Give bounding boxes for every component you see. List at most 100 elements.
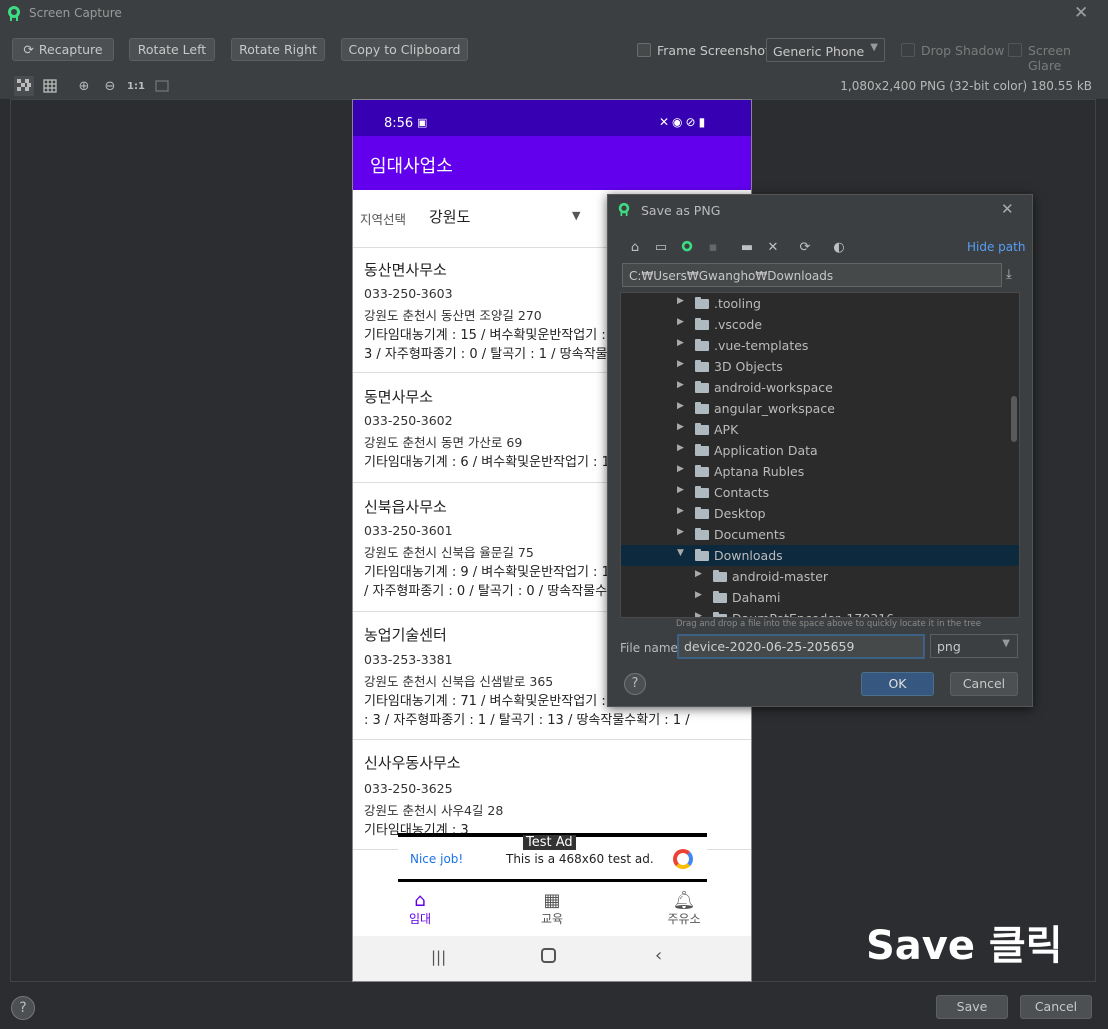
- frame-screenshot-checkbox[interactable]: [637, 43, 651, 57]
- tree-row[interactable]: ▶ .vue-templates: [621, 335, 1019, 356]
- tree-row[interactable]: ▼ Downloads: [621, 545, 1019, 566]
- collapsed-arrow-icon[interactable]: ▶: [677, 380, 684, 390]
- tree-row-label: Application Data: [714, 443, 818, 458]
- office-address: 강원도 춘천시 사우4길 28: [364, 803, 504, 818]
- fit-screen-icon[interactable]: [152, 76, 172, 96]
- tree-row[interactable]: ▶ .tooling: [621, 293, 1019, 314]
- rotate-right-button[interactable]: Rotate Right: [231, 38, 325, 61]
- tree-row-label: Desktop: [714, 506, 766, 521]
- tree-row[interactable]: ▶ Contacts: [621, 482, 1019, 503]
- show-hidden-icon[interactable]: ◐: [829, 237, 849, 257]
- tree-row-label: android-workspace: [714, 380, 833, 395]
- help-icon[interactable]: ?: [11, 996, 35, 1020]
- rotate-left-button[interactable]: Rotate Left: [129, 38, 215, 61]
- tree-row[interactable]: ▶ .vscode: [621, 314, 1019, 335]
- file-name-input[interactable]: device-2020-06-25-205659: [677, 634, 925, 659]
- back-icon[interactable]: ‹: [655, 945, 662, 966]
- hide-path-link[interactable]: Hide path: [967, 240, 1025, 254]
- app-title: 임대사업소: [370, 156, 453, 177]
- collapsed-arrow-icon[interactable]: ▶: [677, 527, 684, 537]
- tree-row[interactable]: ▶ 3D Objects: [621, 356, 1019, 377]
- new-folder-icon[interactable]: ▬: [737, 237, 757, 257]
- tree-row-label: Contacts: [714, 485, 770, 500]
- nav-item-education[interactable]: ▦ 교육: [522, 890, 582, 927]
- collapsed-arrow-icon[interactable]: ▶: [677, 401, 684, 411]
- tree-row[interactable]: ▶ Aptana Rubles: [621, 461, 1019, 482]
- recapture-button[interactable]: ⟳ Recapture: [12, 38, 114, 61]
- nav-label-gas-station: 주유소: [667, 912, 701, 926]
- tree-row-label: Dahami: [732, 590, 781, 605]
- desktop-icon[interactable]: ▭: [651, 237, 671, 257]
- help-icon[interactable]: ?: [624, 673, 646, 695]
- zoom-in-icon[interactable]: ⊕: [74, 76, 94, 96]
- collapsed-arrow-icon[interactable]: ▶: [677, 485, 684, 495]
- home-button-icon[interactable]: [541, 948, 556, 963]
- collapsed-arrow-icon[interactable]: ▶: [695, 611, 702, 617]
- folder-icon: [695, 339, 709, 351]
- drop-shadow-checkbox[interactable]: [901, 43, 915, 57]
- dashboard-icon: ▦: [543, 890, 561, 911]
- scrollbar[interactable]: [1011, 396, 1017, 442]
- tree-row-label: APK: [714, 422, 739, 437]
- delete-icon[interactable]: ✕: [763, 237, 783, 257]
- device-frame-select[interactable]: Generic Phone ▼: [766, 38, 885, 62]
- nav-item-rental[interactable]: ⌂ 임대: [390, 890, 450, 927]
- folder-icon: [713, 612, 727, 617]
- tree-row-label: android-master: [732, 569, 829, 584]
- folder-icon: [695, 549, 709, 561]
- tree-row[interactable]: ▶ angular_workspace: [621, 398, 1019, 419]
- collapsed-arrow-icon[interactable]: ▶: [677, 359, 684, 369]
- recapture-label: Recapture: [38, 42, 103, 57]
- tree-row[interactable]: ▶ android-master: [621, 566, 1019, 587]
- collapsed-arrow-icon[interactable]: ▶: [677, 443, 684, 453]
- collapsed-arrow-icon[interactable]: ▶: [677, 422, 684, 432]
- tree-row-label: .vscode: [714, 317, 763, 332]
- test-ad-banner[interactable]: Nice job! This is a 468x60 test ad. Test…: [398, 833, 707, 883]
- ad-nice-text: Nice job!: [410, 852, 464, 866]
- cancel-button[interactable]: Cancel: [1020, 995, 1092, 1019]
- collapsed-arrow-icon[interactable]: ▶: [677, 317, 684, 327]
- office-name: 농업기술센터: [364, 626, 447, 644]
- collapsed-arrow-icon[interactable]: ▶: [677, 296, 684, 306]
- collapsed-arrow-icon[interactable]: ▶: [695, 569, 702, 579]
- home-icon[interactable]: ⌂: [625, 237, 645, 257]
- actual-size-button[interactable]: 1:1: [126, 76, 146, 96]
- collapsed-arrow-icon[interactable]: ▶: [677, 506, 684, 516]
- tree-row[interactable]: ▶ APK: [621, 419, 1019, 440]
- tree-row[interactable]: ▶ Documents: [621, 524, 1019, 545]
- ok-button[interactable]: OK: [861, 672, 934, 696]
- status-icons: ✕◉⊘▮: [659, 115, 709, 129]
- file-type-select[interactable]: png ▼: [930, 634, 1018, 658]
- tree-row[interactable]: ▶ DaumPotEncoder_170316: [621, 608, 1019, 617]
- recent-apps-icon[interactable]: |||: [431, 948, 446, 966]
- ad-message: This is a 468x60 test ad.: [506, 852, 654, 866]
- folder-tree[interactable]: ▶ .tooling ▶ .vscode ▶ .vue-templates ▶ 3D Obje…: [620, 292, 1020, 618]
- office-address: 강원도 춘천시 동산면 조양길 270: [364, 308, 542, 323]
- grid-icon[interactable]: [40, 76, 60, 96]
- dialog-cancel-button[interactable]: Cancel: [950, 672, 1018, 696]
- save-button[interactable]: Save: [936, 995, 1008, 1019]
- office-phone: 033-253-3381: [364, 652, 453, 667]
- zoom-out-icon[interactable]: ⊖: [100, 76, 120, 96]
- tree-row[interactable]: ▶ android-workspace: [621, 377, 1019, 398]
- folder-icon: [695, 507, 709, 519]
- screen-glare-checkbox[interactable]: [1008, 43, 1022, 57]
- collapsed-arrow-icon[interactable]: ▶: [695, 590, 702, 600]
- path-input[interactable]: C:₩Users₩Gwangho₩Downloads: [622, 263, 1002, 287]
- folder-icon: [695, 423, 709, 435]
- tree-row[interactable]: ▶ Desktop: [621, 503, 1019, 524]
- collapsed-arrow-icon[interactable]: ▶: [677, 338, 684, 348]
- checkerboard-icon[interactable]: [14, 76, 34, 96]
- download-icon[interactable]: ⤓: [1006, 267, 1012, 282]
- dialog-close-icon[interactable]: ✕: [1001, 200, 1014, 218]
- tree-row[interactable]: ▶ Dahami: [621, 587, 1019, 608]
- expanded-arrow-icon[interactable]: ▼: [677, 548, 684, 558]
- refresh-icon[interactable]: ⟳: [795, 237, 815, 257]
- office-phone: 033-250-3625: [364, 781, 453, 796]
- copy-to-clipboard-button[interactable]: Copy to Clipboard: [341, 38, 468, 61]
- collapsed-arrow-icon[interactable]: ▶: [677, 464, 684, 474]
- window-close-icon[interactable]: ✕: [1074, 3, 1088, 23]
- tree-row[interactable]: ▶ Application Data: [621, 440, 1019, 461]
- nav-item-gas-station[interactable]: 🔔︎ 주유소: [654, 890, 714, 927]
- project-icon[interactable]: [677, 237, 697, 257]
